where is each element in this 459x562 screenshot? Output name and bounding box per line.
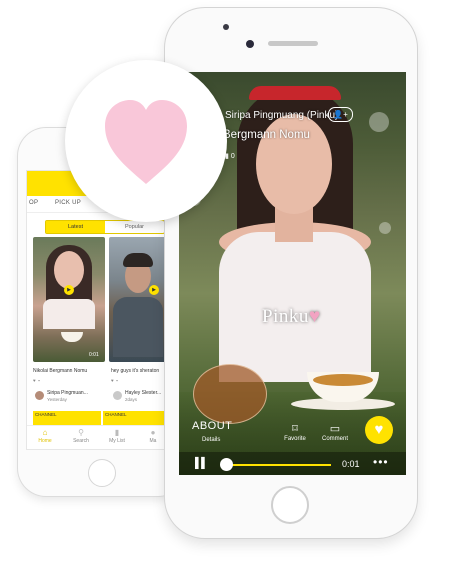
playback-time: 0:01	[342, 459, 360, 469]
sensor	[223, 24, 229, 30]
nav-label: Search	[73, 438, 89, 444]
watermark: Pinku♥	[262, 306, 321, 328]
watermark-text: Pinku	[262, 306, 309, 327]
sort-segment: Latest Popular	[45, 220, 165, 234]
nav-label: Ma	[149, 438, 157, 444]
video-thumbnail[interactable]: ▶ 0:01	[33, 237, 105, 362]
thumbnail-cup	[61, 332, 83, 342]
channel-strip[interactable]: CHANNEL	[33, 411, 101, 425]
bottom-nav: ⌂ Home ⚲ Search ▮ My List ● Ma	[27, 425, 172, 449]
teapot	[193, 364, 267, 424]
heart-icon	[105, 100, 187, 184]
front-home-button[interactable]	[271, 486, 309, 524]
player-controls: ▌▌ 0:01 •••	[179, 452, 406, 475]
video-caption[interactable]: Nikolai Bergmann Nomu	[33, 368, 105, 374]
segment-latest[interactable]: Latest	[46, 221, 105, 233]
like-button[interactable]: ♥	[365, 416, 393, 444]
back-home-button[interactable]	[88, 459, 116, 487]
about-heading[interactable]: ABOUT	[192, 420, 232, 432]
heart-icon: ♥	[374, 421, 384, 438]
progress-track[interactable]	[223, 464, 331, 466]
channel-title[interactable]: Siripa Pingmuang (Pinku)	[225, 110, 338, 121]
bokeh	[369, 112, 389, 132]
more-icon[interactable]: •••	[373, 455, 389, 469]
nav-my-list[interactable]: ▮ My List	[99, 428, 135, 444]
nav-label: My List	[109, 438, 125, 444]
heart-bubble	[65, 60, 227, 222]
bokeh	[379, 222, 391, 234]
nav-label: Home	[38, 438, 52, 444]
tea	[313, 374, 373, 386]
user-add-icon: 👤	[333, 110, 344, 119]
front-camera	[246, 40, 254, 48]
heart-icon: ♥	[308, 306, 321, 327]
channel-name[interactable]: Siripa Pingmuan...	[47, 390, 103, 396]
view-count-value: 0	[230, 153, 235, 160]
tab-top[interactable]: OP	[29, 200, 38, 206]
play-icon[interactable]: ▶	[64, 285, 74, 295]
comment-button[interactable]: ▭ Comment	[315, 422, 355, 442]
comment-icon: ▭	[329, 423, 341, 435]
channel-strip[interactable]: CHANNEL	[103, 411, 171, 425]
post-time: 2days	[125, 397, 138, 402]
thumbnail-dress	[43, 299, 95, 329]
person-headband	[249, 86, 341, 100]
nav-search[interactable]: ⚲ Search	[63, 428, 99, 444]
channel-name[interactable]: Hayley Slester...	[125, 390, 169, 396]
nav-home[interactable]: ⌂ Home	[27, 428, 63, 444]
bookmark-icon: ⌑	[292, 423, 298, 435]
avatar[interactable]	[113, 391, 122, 400]
favorite-label: Favorite	[284, 436, 306, 442]
earpiece-speaker	[268, 41, 318, 46]
bookmark-icon: ▮	[114, 428, 120, 437]
search-icon: ⚲	[78, 428, 84, 437]
video-thumbnail[interactable]: ▶	[109, 237, 166, 362]
follow-button[interactable]: 👤+	[328, 107, 353, 122]
thumbnail-face	[54, 251, 84, 289]
segment-popular[interactable]: Popular	[105, 221, 164, 233]
comment-label: Comment	[321, 436, 348, 442]
follow-label: +	[343, 110, 348, 119]
video-caption[interactable]: hey guys it's sheraton	[111, 368, 169, 374]
details-link[interactable]: Details	[202, 437, 220, 443]
pause-icon[interactable]: ▌▌	[195, 458, 208, 469]
video-stats: ♥ ▪	[33, 378, 40, 383]
post-time: Yesterday	[47, 397, 67, 402]
play-icon[interactable]: ▶	[149, 285, 159, 295]
avatar[interactable]	[35, 391, 44, 400]
video-stats: ♥ ▪	[111, 378, 118, 383]
thumbnail-body	[113, 297, 163, 357]
home-icon: ⌂	[42, 428, 48, 437]
favorite-button[interactable]: ⌑ Favorite	[275, 422, 315, 442]
progress-knob[interactable]	[220, 458, 233, 471]
video-title: Bergmann Nomu	[223, 129, 310, 141]
thumbnail-hair	[123, 253, 153, 267]
video-duration: 0:01	[89, 352, 99, 358]
